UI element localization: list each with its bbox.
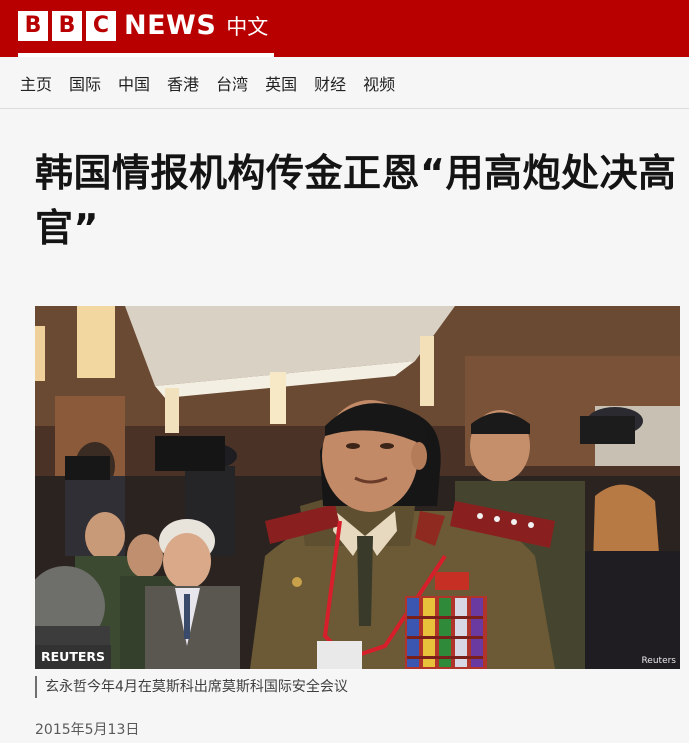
nav-item-hongkong[interactable]: 香港 — [167, 71, 199, 95]
article-photo: REUTERS Reuters — [35, 306, 680, 669]
photo-illustration — [35, 306, 680, 669]
bbc-news-logo[interactable]: B B C NEWS 中文 — [18, 10, 268, 41]
nav-item-business[interactable]: 财经 — [314, 71, 346, 95]
nav-item-international[interactable]: 国际 — [69, 71, 101, 95]
logo-letter-b1: B — [18, 10, 48, 41]
nav-item-home[interactable]: 主页 — [20, 71, 52, 95]
nav-item-china[interactable]: 中国 — [118, 71, 150, 95]
nav-item-taiwan[interactable]: 台湾 — [216, 71, 248, 95]
publish-date: 2015年5月13日 — [35, 722, 140, 738]
image-caption: 玄永哲今年4月在莫斯科出席莫斯科国际安全会议 — [35, 676, 348, 698]
nav-item-uk[interactable]: 英国 — [265, 71, 297, 95]
logo-chinese-text: 中文 — [226, 14, 269, 39]
logo-letter-b2: B — [52, 10, 82, 41]
nav-item-video[interactable]: 视频 — [363, 71, 395, 95]
image-credit: Reuters — [641, 656, 676, 666]
image-source-badge: REUTERS — [35, 645, 112, 669]
nav-list: 主页 国际 中国 香港 台湾 英国 财经 视频 — [20, 57, 412, 109]
main-navigation: 主页 国际 中国 香港 台湾 英国 财经 视频 — [0, 57, 689, 109]
logo-news-text: NEWS — [124, 10, 217, 41]
article-headline: 韩国情报机构传金正恩“用高炮处决高官” — [35, 151, 677, 250]
logo-letter-c: C — [86, 10, 116, 41]
site-header: B B C NEWS 中文 — [0, 0, 689, 57]
